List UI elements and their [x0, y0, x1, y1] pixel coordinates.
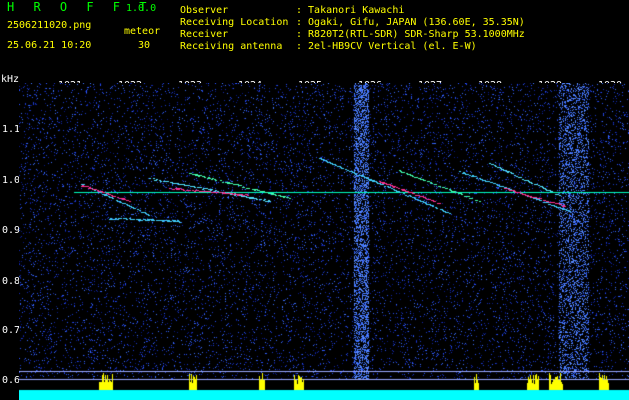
spectrogram-canvas	[19, 83, 629, 400]
y-tick-label: 0.8	[2, 276, 21, 287]
observer-label: Observer	[180, 5, 229, 16]
y-tick-label: 1.0	[2, 175, 21, 186]
antenna-label: Receiving antenna	[180, 41, 283, 52]
location-label: Receiving Location	[180, 17, 289, 28]
y-tick-label: 1.1	[2, 124, 21, 135]
y-tick-label: 0.7	[2, 325, 21, 336]
unit-label: kHz	[1, 74, 20, 85]
y-tick-label: 0.6	[2, 375, 21, 386]
header-panel: H R O F F T 1.0.0 2506211020.png meteor …	[0, 0, 629, 72]
observer-value: : Takanori Kawachi	[296, 5, 405, 16]
y-tick-label: 0.9	[2, 225, 21, 236]
antenna-value: : 2el-HB9CV Vertical (el. E-W)	[296, 41, 477, 52]
receiver-value: : R820T2(RTL-SDR) SDR-Sharp 53.1000MHz	[296, 29, 525, 40]
meteor-label: meteor	[124, 26, 161, 37]
file-name: 2506211020.png	[7, 20, 92, 31]
receiver-label: Receiver	[180, 29, 229, 40]
meteor-count: 30	[138, 40, 151, 51]
location-value: : Ogaki, Gifu, JAPAN (136.60E, 35.35N)	[296, 17, 525, 28]
date-time: 25.06.21 10:20	[7, 40, 92, 51]
app-version: 1.0.0	[126, 3, 157, 14]
